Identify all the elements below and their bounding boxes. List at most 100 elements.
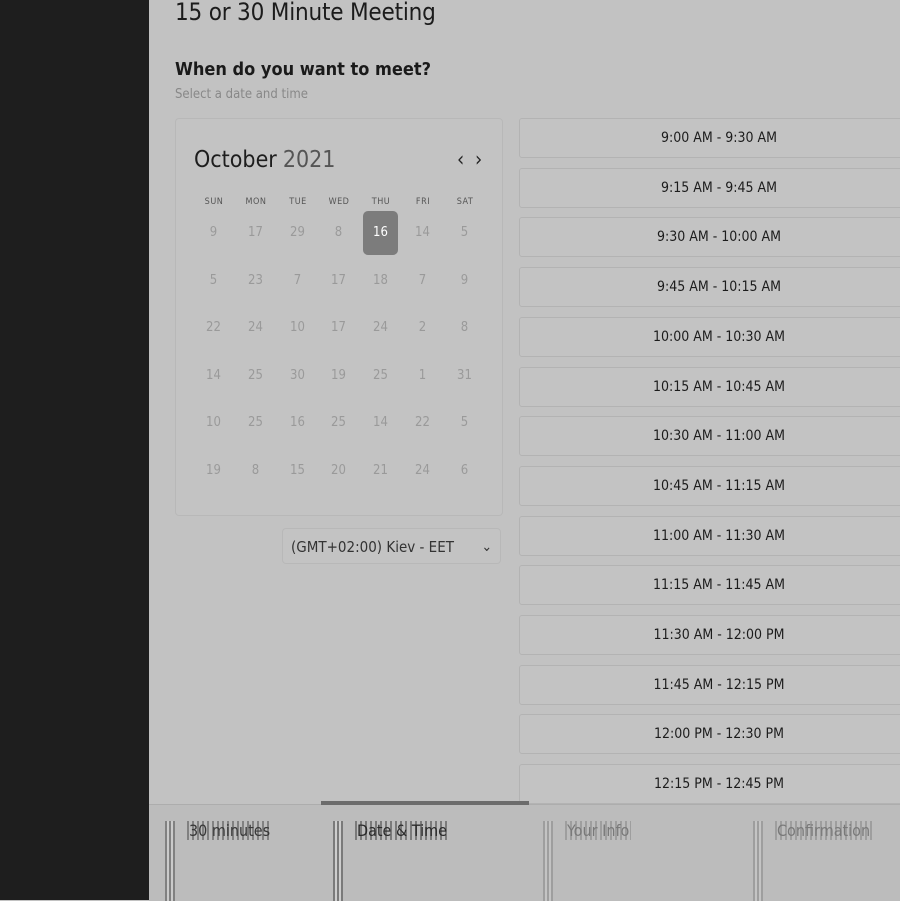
step-label: Confirmation	[775, 821, 873, 840]
calendar-day[interactable]: 8	[447, 306, 482, 350]
calendar-day[interactable]: 18	[363, 259, 398, 303]
calendar-day[interactable]: 19	[196, 449, 231, 493]
calendar-day[interactable]: 5	[196, 259, 231, 303]
weekday-label: SUN	[204, 197, 224, 207]
step-date-time[interactable]: Date & Time	[333, 821, 449, 901]
month-label: October	[194, 147, 277, 173]
step-label: Date & Time	[355, 821, 449, 840]
calendar-day[interactable]: 25	[238, 401, 273, 445]
time-slot-button[interactable]: 11:00 AM - 11:30 AM	[519, 515, 900, 556]
calendar-day[interactable]: 14	[405, 211, 440, 255]
calendar-day[interactable]: 31	[447, 354, 482, 398]
calendar-day[interactable]: 21	[363, 449, 398, 493]
calendar: October 2021 ‹ › SUN MON TUE WED THU FRI SAT 91…	[175, 118, 503, 516]
dark-sidebar	[0, 0, 149, 900]
time-slot-label: 12:00 PM - 12:30 PM	[653, 726, 785, 743]
step-confirmation[interactable]: Confirmation	[753, 821, 873, 901]
year-label: 2021	[282, 147, 336, 173]
step-label: 30 minutes	[187, 821, 273, 840]
calendar-day[interactable]: 9	[196, 211, 231, 255]
calendar-day[interactable]: 7	[405, 259, 440, 303]
calendar-day[interactable]: 8	[321, 211, 356, 255]
calendar-day[interactable]: 17	[238, 211, 273, 255]
calendar-day[interactable]: 16	[363, 211, 398, 255]
calendar-day[interactable]: 19	[321, 354, 356, 398]
step-your-info[interactable]: Your Info	[543, 821, 632, 901]
time-slot-button[interactable]: 12:15 PM - 12:45 PM	[519, 764, 900, 805]
step-label: Your Info	[565, 821, 632, 840]
month-year: October 2021	[194, 147, 335, 173]
time-slot-label: 10:15 AM - 10:45 AM	[652, 378, 786, 395]
time-slot-button[interactable]: 9:15 AM - 9:45 AM	[519, 167, 900, 208]
calendar-day[interactable]: 15	[280, 449, 315, 493]
calendar-icon	[333, 821, 343, 901]
calendar-day[interactable]: 17	[321, 259, 356, 303]
calendar-day[interactable]: 10	[196, 401, 231, 445]
calendar-day[interactable]: 5	[447, 211, 482, 255]
calendar-day[interactable]: 20	[321, 449, 356, 493]
weekday-label: SAT	[456, 197, 474, 207]
calendar-day[interactable]: 22	[196, 306, 231, 350]
calendar-day[interactable]: 2	[405, 306, 440, 350]
booking-panel: 15 or 30 Minute Meeting When do you want…	[149, 0, 900, 901]
check-icon	[753, 821, 763, 901]
calendar-day[interactable]: 30	[280, 354, 315, 398]
time-slot-label: 9:15 AM - 9:45 AM	[660, 179, 778, 196]
calendar-day[interactable]: 16	[280, 401, 315, 445]
calendar-day[interactable]: 8	[238, 449, 273, 493]
calendar-day[interactable]: 23	[238, 259, 273, 303]
time-slot-label: 10:00 AM - 10:30 AM	[652, 328, 786, 345]
when-heading: When do you want to meet?	[175, 59, 432, 80]
weekday-label: WED	[328, 197, 350, 207]
calendar-day[interactable]: 7	[280, 259, 315, 303]
chevron-down-icon: ⌄	[481, 539, 492, 555]
calendar-day[interactable]: 22	[405, 401, 440, 445]
time-slot-button[interactable]: 9:30 AM - 10:00 AM	[519, 217, 900, 258]
calendar-day[interactable]: 10	[280, 306, 315, 350]
time-slot-label: 9:30 AM - 10:00 AM	[656, 229, 782, 246]
step-bar: 30 minutes Date & Time Your Info Confirmati…	[149, 801, 900, 901]
calendar-day[interactable]: 14	[196, 354, 231, 398]
calendar-day[interactable]: 24	[238, 306, 273, 350]
clock-icon	[165, 821, 175, 901]
time-slot-button[interactable]: 11:15 AM - 11:45 AM	[519, 565, 900, 606]
select-hint: Select a date and time	[175, 87, 308, 102]
time-slot-button[interactable]: 12:00 PM - 12:30 PM	[519, 714, 900, 755]
weekday-label: THU	[371, 197, 391, 207]
step-30-minutes[interactable]: 30 minutes	[165, 821, 273, 901]
time-slot-label: 11:45 AM - 12:15 PM	[653, 676, 785, 693]
active-step-indicator	[321, 801, 529, 805]
calendar-day[interactable]: 9	[447, 259, 482, 303]
calendar-day[interactable]: 25	[363, 354, 398, 398]
calendar-day[interactable]: 17	[321, 306, 356, 350]
time-slot-label: 9:00 AM - 9:30 AM	[660, 130, 778, 146]
calendar-day[interactable]: 29	[280, 211, 315, 255]
time-slot-button[interactable]: 10:45 AM - 11:15 AM	[519, 465, 900, 506]
calendar-day[interactable]: 24	[363, 306, 398, 350]
time-slot-label: 10:45 AM - 11:15 AM	[652, 477, 786, 494]
time-slot-button[interactable]: 9:00 AM - 9:30 AM	[519, 118, 900, 158]
timezone-value: (GMT+02:00) Kiev - EET	[291, 538, 454, 556]
calendar-day[interactable]: 24	[405, 449, 440, 493]
weekday-label: FRI	[415, 197, 431, 207]
calendar-day[interactable]: 1	[405, 354, 440, 398]
time-slot-button[interactable]: 10:15 AM - 10:45 AM	[519, 366, 900, 407]
time-slot-button[interactable]: 11:30 AM - 12:00 PM	[519, 615, 900, 655]
calendar-day[interactable]: 5	[447, 401, 482, 445]
calendar-day[interactable]: 14	[363, 401, 398, 445]
time-slot-label: 12:15 PM - 12:45 PM	[653, 776, 785, 793]
calendar-day[interactable]: 25	[321, 401, 356, 445]
calendar-day[interactable]: 6	[447, 449, 482, 493]
time-slot-label: 11:15 AM - 11:45 AM	[652, 577, 786, 594]
time-slot-label: 11:00 AM - 11:30 AM	[652, 527, 786, 544]
time-slot-button[interactable]: 9:45 AM - 10:15 AM	[519, 267, 900, 308]
time-slot-button[interactable]: 11:45 AM - 12:15 PM	[519, 664, 900, 705]
chevron-left-icon[interactable]: ‹	[457, 147, 464, 171]
chevron-right-icon[interactable]: ›	[475, 147, 482, 171]
meeting-title: 15 or 30 Minute Meeting	[175, 0, 436, 26]
timezone-select[interactable]: (GMT+02:00) Kiev - EET ⌄	[282, 528, 501, 564]
calendar-day[interactable]: 25	[238, 354, 273, 398]
time-slot-button[interactable]: 10:30 AM - 11:00 AM	[519, 416, 900, 457]
time-slot-label: 10:30 AM - 11:00 AM	[652, 428, 786, 445]
time-slot-button[interactable]: 10:00 AM - 10:30 AM	[519, 316, 900, 357]
